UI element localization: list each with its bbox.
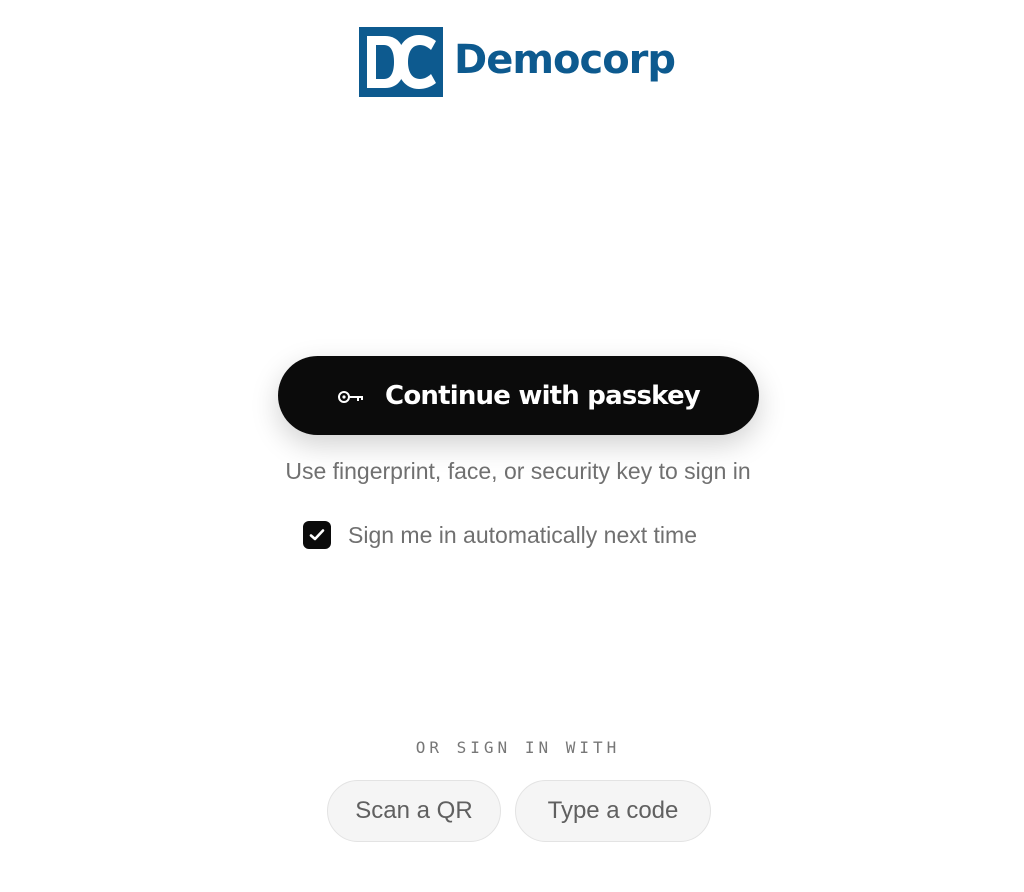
alternative-sign-in-options: Scan a QR Type a code bbox=[327, 780, 711, 842]
continue-with-passkey-button[interactable]: Continue with passkey bbox=[278, 356, 759, 435]
passkey-button-label: Continue with passkey bbox=[385, 380, 701, 411]
or-sign-in-with-heading: OR SIGN IN WITH bbox=[415, 738, 621, 757]
remember-me-label: Sign me in automatically next time bbox=[348, 521, 697, 548]
democorp-logo: Democorp bbox=[359, 27, 676, 97]
checkmark-icon bbox=[309, 529, 325, 541]
key-icon bbox=[337, 389, 365, 405]
logo-mark bbox=[359, 27, 443, 97]
scan-qr-button[interactable]: Scan a QR bbox=[327, 780, 501, 842]
brand-name: Democorp bbox=[454, 37, 676, 83]
passkey-sign-in-page: Democorp Continue with passkey Use finge… bbox=[0, 0, 1024, 892]
remember-me-checkbox[interactable] bbox=[303, 521, 331, 549]
type-code-button[interactable]: Type a code bbox=[515, 780, 711, 842]
remember-me-row[interactable]: Sign me in automatically next time bbox=[303, 521, 697, 549]
passkey-helper-text: Use fingerprint, face, or security key t… bbox=[285, 458, 751, 484]
